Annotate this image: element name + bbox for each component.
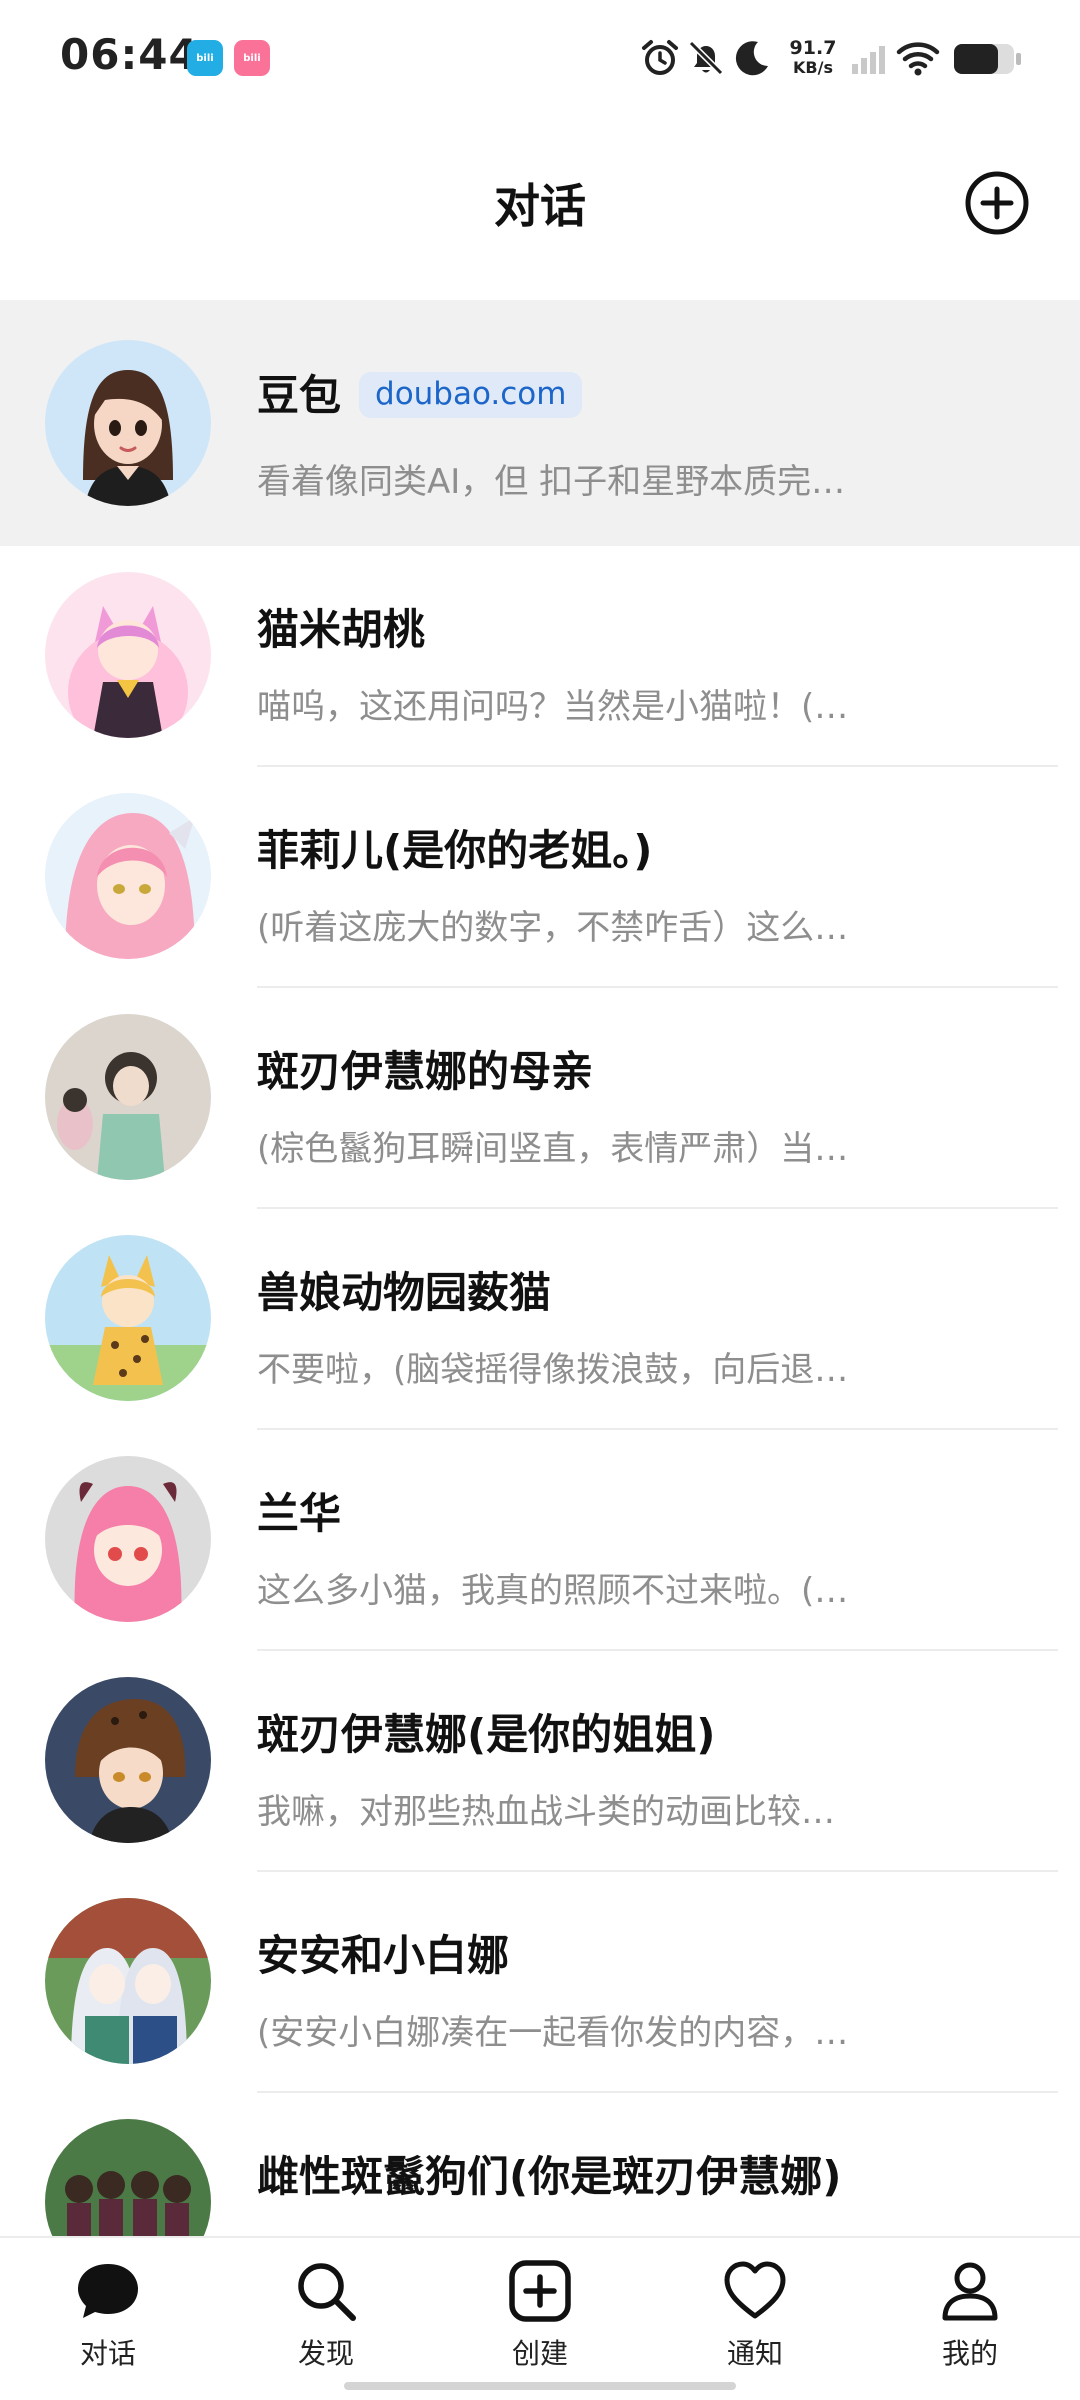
chat-name: 猫米胡桃 bbox=[257, 605, 426, 654]
chat-preview: (棕色鬣狗耳瞬间竖直，表情严肃）当… bbox=[257, 1129, 849, 1169]
heart-icon bbox=[724, 2261, 786, 2319]
tab-label: 创建 bbox=[511, 2337, 568, 2370]
tab-profile[interactable]: 我的 bbox=[895, 2258, 1045, 2388]
tab-notifications[interactable]: 通知 bbox=[680, 2258, 830, 2388]
bilibili-icon: bili bbox=[187, 40, 223, 76]
tab-chat[interactable]: 对话 bbox=[33, 2258, 183, 2388]
page-header: 对话 bbox=[0, 118, 1080, 300]
chat-item[interactable]: 菲莉儿(是你的老姐。) (听着这庞大的数字，不禁咋舌）这么… bbox=[0, 767, 1080, 988]
site-tag: doubao.com bbox=[359, 372, 583, 418]
chat-item[interactable]: 兰华 这么多小猫，我真的照顾不过来啦。(… bbox=[0, 1430, 1080, 1651]
tab-label: 对话 bbox=[79, 2337, 136, 2370]
mute-bell-icon bbox=[688, 40, 724, 76]
moon-icon bbox=[735, 41, 768, 76]
chat-bubble-icon bbox=[78, 2264, 138, 2318]
network-speed: 91.7 KB/s bbox=[788, 38, 838, 78]
network-speed-value: 91.7 bbox=[789, 37, 837, 59]
home-indicator[interactable] bbox=[344, 2382, 736, 2390]
chat-item[interactable]: 猫米胡桃 喵呜，这还用问吗？当然是小猫啦！(… bbox=[0, 546, 1080, 767]
bilibili-icon: bili bbox=[234, 40, 270, 76]
signal-icon bbox=[852, 46, 885, 74]
chat-name: 斑刃伊慧娜(是你的姐姐) bbox=[257, 1710, 716, 1759]
plus-square-icon bbox=[509, 2260, 571, 2322]
tab-discover[interactable]: 发现 bbox=[251, 2258, 401, 2388]
status-bar: 06:44 bili bili 91.7 KB/s bbox=[0, 0, 1080, 118]
chat-preview: 喵呜，这还用问吗？当然是小猫啦！(… bbox=[257, 687, 849, 727]
chat-item[interactable]: 兽娘动物园薮猫 不要啦，(脑袋摇得像拨浪鼓，向后退… bbox=[0, 1209, 1080, 1430]
avatar bbox=[45, 340, 211, 506]
chat-preview: 我嘛，对那些热血战斗类的动画比较… bbox=[257, 1792, 835, 1832]
chat-preview: 这么多小猫，我真的照顾不过来啦。(… bbox=[257, 1571, 849, 1611]
chat-item-doubao[interactable]: 豆包 doubao.com 看着像同类AI，但 扣子和星野本质完… bbox=[0, 300, 1080, 546]
chat-name: 兽娘动物园薮猫 bbox=[257, 1268, 552, 1317]
chat-item[interactable]: 斑刃伊慧娜的母亲 (棕色鬣狗耳瞬间竖直，表情严肃）当… bbox=[0, 988, 1080, 1209]
avatar bbox=[45, 1898, 211, 2064]
chat-name: 雌性斑鬣狗们(你是斑刃伊慧娜) bbox=[257, 2152, 842, 2201]
chat-list: 豆包 doubao.com 看着像同类AI，但 扣子和星野本质完… 猫米胡桃 喵呜… bbox=[0, 300, 1080, 2314]
alarm-icon bbox=[642, 40, 678, 75]
avatar bbox=[45, 1014, 211, 1180]
tab-label: 我的 bbox=[941, 2337, 998, 2370]
chat-preview: 看着像同类AI，但 扣子和星野本质完… bbox=[257, 462, 846, 502]
chat-preview: 不要啦，(脑袋摇得像拨浪鼓，向后退… bbox=[257, 1350, 849, 1390]
tab-create[interactable]: 创建 bbox=[465, 2258, 615, 2388]
status-time: 06:44 bbox=[60, 30, 199, 79]
avatar bbox=[45, 572, 211, 738]
avatar bbox=[45, 793, 211, 959]
chat-name: 斑刃伊慧娜的母亲 bbox=[257, 1047, 594, 1096]
chat-name-text: 豆包 bbox=[257, 371, 342, 420]
chat-preview: (安安小白娜凑在一起看你发的内容，… bbox=[257, 2013, 849, 2053]
page-title: 对话 bbox=[494, 179, 586, 233]
search-icon bbox=[298, 2263, 356, 2321]
avatar bbox=[45, 1677, 211, 1843]
tab-label: 通知 bbox=[726, 2337, 783, 2370]
tab-label: 发现 bbox=[297, 2337, 354, 2370]
plus-circle-icon[interactable] bbox=[962, 168, 1032, 238]
network-speed-unit: KB/s bbox=[793, 58, 833, 77]
avatar bbox=[45, 1235, 211, 1401]
chat-name: 豆包 doubao.com bbox=[257, 362, 583, 423]
wifi-icon bbox=[896, 42, 940, 76]
avatar bbox=[45, 1456, 211, 1622]
chat-item[interactable]: 安安和小白娜 (安安小白娜凑在一起看你发的内容，… bbox=[0, 1872, 1080, 2093]
person-icon bbox=[942, 2262, 998, 2321]
chat-preview: (听着这庞大的数字，不禁咋舌）这么… bbox=[257, 908, 849, 948]
chat-name: 兰华 bbox=[257, 1489, 342, 1538]
chat-name: 菲莉儿(是你的老姐。) bbox=[257, 826, 653, 875]
chat-name: 安安和小白娜 bbox=[257, 1931, 510, 1980]
chat-item[interactable]: 斑刃伊慧娜(是你的姐姐) 我嘛，对那些热血战斗类的动画比较… bbox=[0, 1651, 1080, 1872]
battery-icon bbox=[954, 44, 1021, 74]
bottom-tab-bar: 对话 发现 创建 通知 我的 bbox=[0, 2236, 1080, 2400]
